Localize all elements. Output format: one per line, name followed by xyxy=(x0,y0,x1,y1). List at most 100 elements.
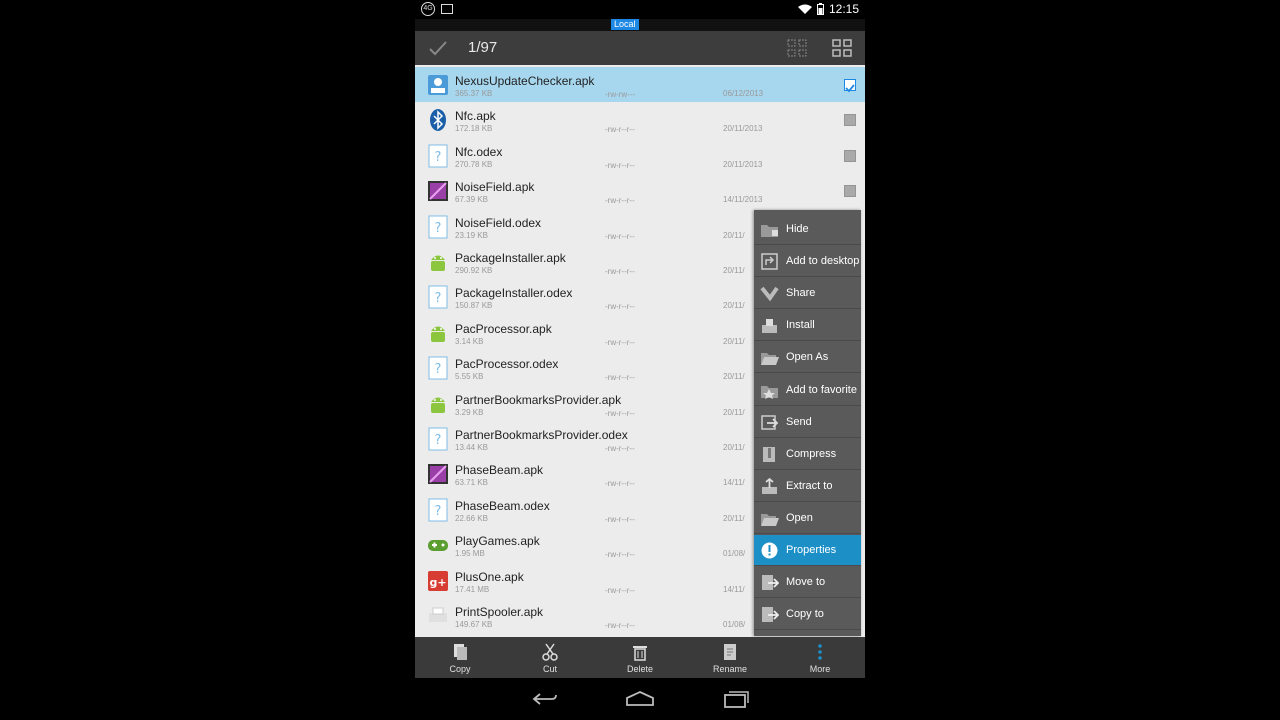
file-name: PacProcessor.odex xyxy=(455,357,559,372)
hide-folder-icon xyxy=(761,225,778,237)
menu-item-label: Send xyxy=(786,415,812,428)
file-name: PartnerBookmarksProvider.odex xyxy=(455,428,628,442)
android-icon xyxy=(427,392,449,416)
location-bar: Local xyxy=(415,19,865,31)
home-icon[interactable] xyxy=(625,689,655,709)
file-date: 20/11/ xyxy=(723,230,745,240)
extract-icon xyxy=(762,477,777,494)
file-name: PartnerBookmarksProvider.apk xyxy=(455,392,622,407)
menu-item-send[interactable]: Send xyxy=(754,407,861,438)
file-permissions: -rw-r--r-- xyxy=(605,550,635,560)
file-name: PhaseBeam.odex xyxy=(455,498,550,513)
file-date: 14/11/ xyxy=(723,584,745,594)
rename-button[interactable]: Rename xyxy=(685,637,775,678)
file-row[interactable]: NoiseField.apk 67.39 KB -rw-r--r-- 14/11/20… xyxy=(415,173,865,208)
star-folder-icon xyxy=(761,385,778,399)
compress-icon xyxy=(763,446,775,462)
unknown-file-icon: ? xyxy=(427,215,449,239)
file-size: 365.37 KB xyxy=(455,89,493,98)
phone-screen: 4G 12:15 Local 1/97 NexusUpdateChecker.a… xyxy=(415,0,865,720)
wallpaper-icon xyxy=(427,462,449,486)
back-icon[interactable] xyxy=(530,689,560,709)
file-size: 13.44 KB xyxy=(455,443,488,452)
file-date: 06/12/2013 xyxy=(723,89,764,98)
file-date: 01/08/ xyxy=(723,620,746,629)
file-date: 20/11/ xyxy=(723,372,745,382)
menu-item-label: Add to desktop xyxy=(786,255,860,268)
unknown-file-icon: ? xyxy=(427,356,449,380)
toolbar-label: Delete xyxy=(626,664,653,674)
file-permissions: -rw-r--r-- xyxy=(605,337,635,347)
more-button[interactable]: More xyxy=(775,637,865,678)
copy-button[interactable]: Copy xyxy=(415,637,505,678)
file-size: 270.78 KB xyxy=(455,159,493,169)
android-icon xyxy=(427,250,449,274)
screenshot-notification-icon xyxy=(441,4,453,14)
file-date: 01/08/ xyxy=(723,549,746,559)
menu-item-install[interactable]: Install xyxy=(754,310,861,342)
file-name: NexusUpdateChecker.apk xyxy=(455,74,595,88)
menu-item-properties[interactable]: Properties xyxy=(754,535,861,566)
more-actions-menu: Hide Add to desktop Share Install Open As Add… xyxy=(754,210,861,636)
menu-item-hide[interactable]: Hide xyxy=(754,214,861,245)
bottom-toolbar: Copy Cut Delete Rename More xyxy=(415,637,865,678)
install-icon xyxy=(762,319,777,334)
file-size: 5.55 KB xyxy=(455,372,484,382)
cut-button[interactable]: Cut xyxy=(505,637,595,678)
file-row[interactable]: ? Nfc.odex 270.78 KB -rw-r--r-- 20/11/2013 xyxy=(415,138,865,173)
file-size: 67.39 KB xyxy=(455,195,488,205)
android-icon xyxy=(427,321,449,345)
file-name: NoiseField.odex xyxy=(455,215,542,230)
clock: 12:15 xyxy=(828,2,859,16)
file-size: 172.18 KB xyxy=(455,124,493,134)
file-date: 20/11/ xyxy=(723,513,745,523)
copy-to-icon xyxy=(762,607,779,623)
toolbar-label: Cut xyxy=(542,664,557,674)
select-all-icon[interactable] xyxy=(786,38,808,58)
recent-apps-icon[interactable] xyxy=(721,689,751,709)
file-checkbox[interactable] xyxy=(844,185,856,198)
menu-item-add-to-favorite[interactable]: Add to favorite xyxy=(754,375,861,406)
file-size: 149.67 KB xyxy=(455,620,493,629)
send-icon xyxy=(761,414,779,430)
file-row[interactable]: NexusUpdateChecker.apk 365.37 KB -rw-rw---… xyxy=(415,67,865,103)
file-date: 20/11/ xyxy=(723,443,745,452)
shortcut-icon xyxy=(761,253,778,270)
file-checkbox[interactable] xyxy=(844,79,856,93)
menu-item-copy-to[interactable]: Copy to xyxy=(754,599,861,631)
file-date: 14/11/ xyxy=(723,478,745,488)
file-name: Nfc.odex xyxy=(455,144,503,159)
menu-item-label: Open xyxy=(786,511,813,524)
file-name: PacProcessor.apk xyxy=(455,321,552,336)
unknown-file-icon: ? xyxy=(427,144,449,168)
file-name: PrintSpooler.apk xyxy=(455,605,544,619)
menu-item-label: Extract to xyxy=(786,479,833,492)
location-tag[interactable]: Local xyxy=(611,19,639,30)
file-size: 3.14 KB xyxy=(455,336,484,346)
file-checkbox[interactable] xyxy=(844,114,856,127)
file-row[interactable]: Nfc.apk 172.18 KB -rw-r--r-- 20/11/2013 xyxy=(415,102,865,137)
file-date: 14/11/2013 xyxy=(723,195,763,205)
delete-button[interactable]: Delete xyxy=(595,637,685,678)
menu-item-compress[interactable]: Compress xyxy=(754,439,861,470)
file-name: PlayGames.apk xyxy=(455,534,540,549)
open-folder-icon xyxy=(761,513,779,526)
file-name: PackageInstaller.odex xyxy=(455,286,573,301)
done-check-icon[interactable] xyxy=(427,37,449,59)
menu-item-move-to[interactable]: Move to xyxy=(754,567,861,599)
file-permissions: -rw-r--r-- xyxy=(605,196,635,206)
file-size: 22.66 KB xyxy=(455,513,488,523)
menu-item-add-to-desktop[interactable]: Add to desktop xyxy=(754,246,861,278)
network-type-icon: 4G xyxy=(421,2,435,16)
menu-item-label: Copy to xyxy=(786,608,824,621)
menu-item-open-as[interactable]: Open As xyxy=(754,342,861,374)
menu-item-open[interactable]: Open xyxy=(754,503,861,534)
file-permissions: -rw-r--r-- xyxy=(605,267,635,276)
grid-view-icon[interactable] xyxy=(831,38,853,58)
file-permissions: -rw-r--r-- xyxy=(605,621,635,630)
file-date: 20/11/2013 xyxy=(723,159,763,169)
menu-item-extract-to[interactable]: Extract to xyxy=(754,471,861,502)
file-checkbox[interactable] xyxy=(844,149,856,162)
menu-item-share[interactable]: Share xyxy=(754,278,861,310)
navigation-bar xyxy=(415,678,865,720)
